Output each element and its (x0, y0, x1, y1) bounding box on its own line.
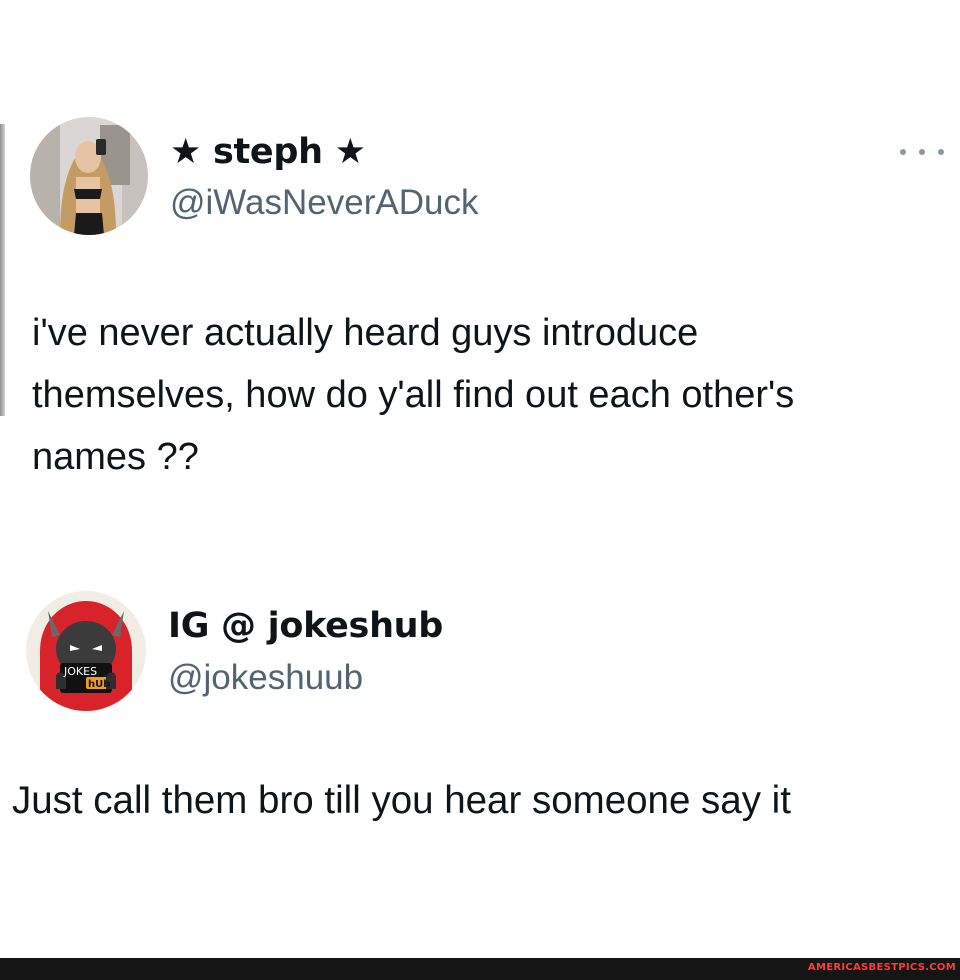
more-options-icon[interactable] (900, 140, 944, 164)
left-edge-shadow (0, 124, 5, 416)
user-handle[interactable]: @jokeshuub (168, 658, 363, 698)
user-handle[interactable]: @iWasNeverADuck (170, 183, 478, 223)
tweet-text: i've never actually heard guys introduce… (32, 312, 795, 478)
display-name[interactable]: ★ steph ★ (170, 132, 366, 172)
more-dot (938, 149, 944, 155)
screenshot-page: ★ steph ★ @iWasNeverADuck i've never act… (0, 0, 960, 980)
watermark-text[interactable]: AMERICASBESTPICS.COM (808, 962, 956, 973)
avatar-steph[interactable] (30, 117, 148, 235)
profile-photo-icon (30, 117, 148, 235)
more-dot (900, 149, 906, 155)
more-dot (919, 149, 925, 155)
avatar-sign-top: JOKES (63, 665, 97, 678)
watermark-bar: AMERICASBESTPICS.COM (0, 958, 960, 980)
avatar-jokeshub[interactable]: JOKES hUb (26, 591, 146, 711)
avatar-sign-bottom: hUb (88, 679, 110, 690)
display-name[interactable]: IG @ jokeshub (168, 606, 443, 646)
tweet-text: Just call them bro till you hear someone… (12, 779, 791, 822)
devil-mascot-icon: JOKES hUb (26, 591, 146, 711)
